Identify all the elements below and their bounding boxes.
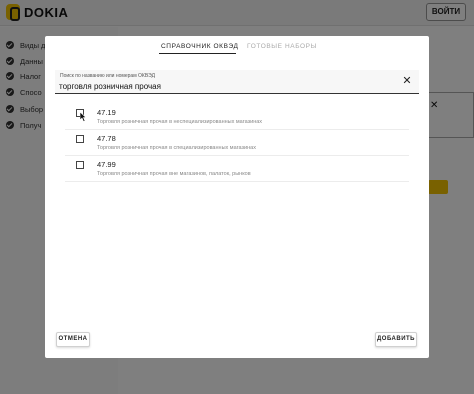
okved-code: 47.19: [97, 108, 116, 117]
row-checkbox[interactable]: [76, 135, 84, 143]
add-button[interactable]: ДОБАВИТЬ: [375, 332, 417, 347]
search-field[interactable]: Поиск по названию или номерам ОКВЭД ✕: [55, 70, 419, 94]
clear-search-icon[interactable]: ✕: [401, 75, 413, 87]
okved-description: Торговля розничная прочая в специализиро…: [97, 145, 256, 151]
search-label: Поиск по названию или номерам ОКВЭД: [60, 73, 155, 79]
okved-code: 47.99: [97, 160, 116, 169]
okved-code: 47.78: [97, 134, 116, 143]
result-row[interactable]: 47.78 Торговля розничная прочая в специа…: [65, 130, 409, 156]
tab-bar: СПРАВОЧНИК ОКВЭД ГОТОВЫЕ НАБОРЫ: [45, 36, 429, 58]
mouse-pointer-icon: [80, 112, 87, 122]
active-tab-indicator: [159, 53, 236, 54]
tab-ready-sets[interactable]: ГОТОВЫЕ НАБОРЫ: [247, 43, 317, 50]
tab-okved-directory[interactable]: СПРАВОЧНИК ОКВЭД: [161, 43, 239, 50]
search-input[interactable]: [59, 80, 389, 92]
okved-description: Торговля розничная прочая в неспециализи…: [97, 119, 263, 125]
result-row[interactable]: 47.19 Торговля розничная прочая в неспец…: [65, 104, 409, 130]
result-row[interactable]: 47.99 Торговля розничная прочая вне мага…: [65, 156, 409, 182]
okved-description: Торговля розничная прочая вне магазинов,…: [97, 171, 251, 177]
row-checkbox[interactable]: [76, 161, 84, 169]
cancel-button[interactable]: ОТМЕНА: [56, 332, 90, 347]
okved-dialog: СПРАВОЧНИК ОКВЭД ГОТОВЫЕ НАБОРЫ Поиск по…: [45, 36, 429, 358]
